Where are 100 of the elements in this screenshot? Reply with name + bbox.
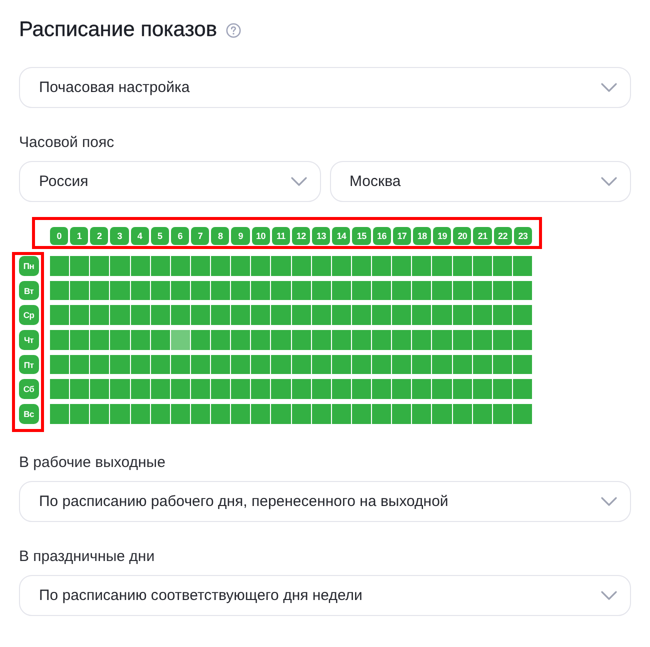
schedule-cell[interactable] — [392, 256, 412, 276]
schedule-cell[interactable] — [432, 404, 452, 424]
hour-button[interactable]: 21 — [473, 227, 492, 245]
schedule-cell[interactable] — [271, 330, 290, 350]
hour-button[interactable]: 6 — [170, 227, 190, 245]
schedule-cell[interactable] — [251, 354, 270, 374]
schedule-cell[interactable] — [90, 256, 110, 276]
schedule-cell[interactable] — [312, 256, 331, 276]
schedule-cell[interactable] — [492, 404, 512, 424]
working-weekends-dropdown[interactable]: По расписанию рабочего дня, перенесенного на выходной — [19, 480, 631, 522]
schedule-cell[interactable] — [352, 379, 371, 400]
day-button[interactable]: Чт — [19, 330, 38, 350]
schedule-cell[interactable] — [452, 330, 472, 350]
schedule-cell[interactable] — [150, 305, 170, 326]
schedule-cell[interactable] — [332, 256, 351, 276]
schedule-cell[interactable] — [211, 280, 230, 300]
schedule-cell[interactable] — [50, 305, 70, 326]
hour-button[interactable]: 9 — [231, 227, 250, 245]
schedule-cell[interactable] — [332, 280, 351, 300]
schedule-cell[interactable] — [50, 330, 70, 350]
schedule-cell[interactable] — [170, 256, 190, 276]
schedule-cell[interactable] — [292, 354, 311, 374]
schedule-cell[interactable] — [90, 330, 110, 350]
holidays-dropdown[interactable]: По расписанию соответствующего дня недели — [19, 574, 631, 616]
schedule-cell[interactable] — [70, 256, 90, 276]
day-button[interactable]: Вс — [19, 404, 38, 424]
schedule-cell[interactable] — [90, 354, 110, 374]
schedule-cell[interactable] — [492, 305, 512, 326]
hour-button[interactable]: 1 — [70, 227, 88, 245]
schedule-cell[interactable] — [372, 354, 392, 374]
hour-button[interactable]: 0 — [50, 227, 68, 245]
schedule-cell[interactable] — [352, 330, 371, 350]
schedule-cell[interactable] — [190, 305, 210, 326]
schedule-cell[interactable] — [90, 305, 110, 326]
hour-button[interactable]: 17 — [392, 227, 411, 245]
schedule-cell[interactable] — [130, 354, 150, 374]
schedule-cell[interactable] — [70, 330, 90, 350]
schedule-cell[interactable] — [130, 404, 150, 424]
schedule-cell[interactable] — [452, 354, 472, 374]
schedule-cell[interactable] — [392, 379, 412, 400]
schedule-cell[interactable] — [271, 404, 290, 424]
schedule-cell[interactable] — [130, 280, 150, 300]
schedule-cell[interactable] — [50, 404, 70, 424]
schedule-cell[interactable] — [492, 354, 512, 374]
schedule-cell[interactable] — [190, 330, 210, 350]
schedule-cell[interactable] — [251, 305, 270, 326]
hour-button[interactable]: 22 — [494, 227, 512, 245]
schedule-cell[interactable] — [70, 404, 90, 424]
schedule-cell[interactable] — [251, 256, 270, 276]
schedule-cell[interactable] — [332, 330, 351, 350]
timezone-dropdown[interactable]: Россия — [19, 161, 320, 202]
schedule-cell[interactable] — [70, 305, 90, 326]
schedule-cell[interactable] — [170, 354, 190, 374]
schedule-cell[interactable] — [231, 330, 250, 350]
schedule-cell[interactable] — [231, 280, 250, 300]
schedule-cell[interactable] — [150, 404, 170, 424]
schedule-cell[interactable] — [372, 305, 392, 326]
schedule-cell[interactable] — [110, 256, 130, 276]
schedule-cell[interactable] — [190, 404, 210, 424]
schedule-cell[interactable] — [472, 280, 492, 300]
schedule-cell[interactable] — [50, 256, 70, 276]
schedule-cell[interactable] — [211, 404, 230, 424]
schedule-cell[interactable] — [312, 404, 331, 424]
day-button[interactable]: Сб — [19, 379, 38, 400]
schedule-cell[interactable] — [432, 256, 452, 276]
schedule-cell[interactable] — [292, 379, 311, 400]
schedule-cell[interactable] — [352, 305, 371, 326]
schedule-cell[interactable] — [352, 280, 371, 300]
schedule-cell[interactable] — [512, 305, 532, 326]
schedule-cell[interactable] — [110, 330, 130, 350]
hour-button[interactable]: 8 — [211, 227, 230, 245]
schedule-cell[interactable] — [432, 330, 452, 350]
schedule-cell[interactable] — [452, 379, 472, 400]
schedule-cell[interactable] — [512, 256, 532, 276]
schedule-cell[interactable] — [412, 256, 432, 276]
schedule-cell[interactable] — [231, 379, 250, 400]
hour-button[interactable]: 20 — [453, 227, 472, 245]
schedule-cell[interactable] — [432, 305, 452, 326]
schedule-cell[interactable] — [412, 379, 432, 400]
schedule-cell[interactable] — [231, 404, 250, 424]
schedule-cell[interactable] — [512, 354, 532, 374]
schedule-cell[interactable] — [292, 330, 311, 350]
schedule-cell[interactable] — [392, 305, 412, 326]
schedule-cell[interactable] — [130, 305, 150, 326]
schedule-cell[interactable] — [392, 280, 412, 300]
schedule-cell[interactable] — [271, 379, 290, 400]
schedule-cell[interactable] — [211, 330, 230, 350]
schedule-cell[interactable] — [512, 280, 532, 300]
schedule-cell[interactable] — [110, 354, 130, 374]
schedule-cell[interactable] — [372, 404, 392, 424]
schedule-cell[interactable] — [190, 280, 210, 300]
schedule-cell[interactable] — [271, 305, 290, 326]
schedule-cell[interactable] — [392, 330, 412, 350]
schedule-cell[interactable] — [392, 404, 412, 424]
schedule-cell[interactable] — [372, 379, 392, 400]
schedule-cell[interactable] — [110, 280, 130, 300]
schedule-cell[interactable] — [50, 379, 70, 400]
schedule-cell[interactable] — [170, 404, 190, 424]
schedule-cell[interactable] — [110, 404, 130, 424]
schedule-cell[interactable] — [110, 305, 130, 326]
